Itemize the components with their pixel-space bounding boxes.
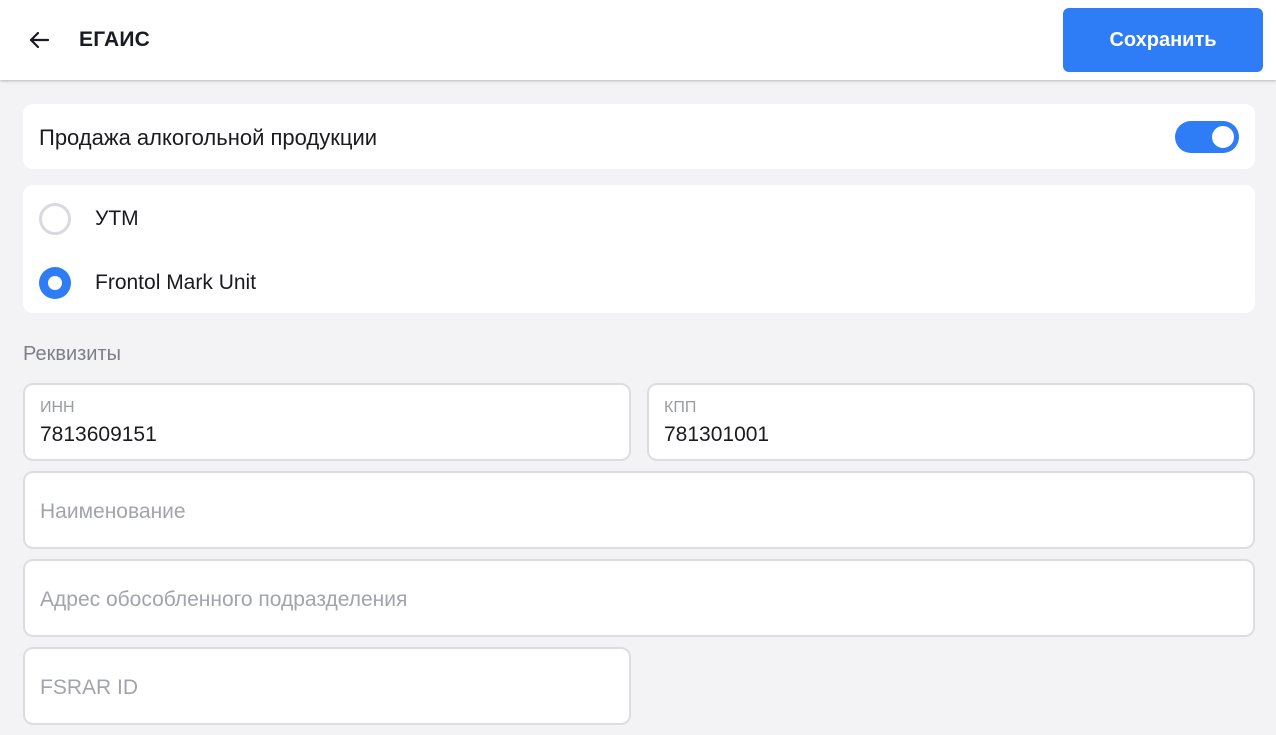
mode-radio-group: УТМ Frontol Mark Unit (23, 185, 1255, 313)
requisites-section-title: Реквизиты (23, 343, 122, 365)
address-field-placeholder: Адрес обособленного подразделения (40, 588, 408, 611)
alcohol-sale-toggle[interactable] (1175, 121, 1239, 153)
arrow-left-icon (29, 31, 50, 49)
kpp-field-label: КПП (664, 399, 697, 416)
radio-button-utm[interactable] (39, 203, 71, 235)
name-field[interactable]: Наименование (23, 471, 1255, 549)
address-field[interactable]: Адрес обособленного подразделения (23, 559, 1255, 637)
save-button[interactable]: Сохранить (1063, 8, 1263, 72)
inn-field-value[interactable]: 7813609151 (40, 423, 157, 447)
alcohol-sale-label: Продажа алкогольной продукции (39, 125, 378, 150)
fsrar-id-field-placeholder: FSRAR ID (40, 676, 139, 699)
radio-label-utm: УТМ (95, 207, 139, 230)
radio-option-frontol-mark-unit[interactable]: Frontol Mark Unit (23, 249, 1255, 313)
radio-label-frontol-mark-unit: Frontol Mark Unit (95, 271, 257, 294)
kpp-field[interactable]: КПП 781301001 (647, 383, 1255, 461)
radio-button-frontol-mark-unit[interactable] (39, 267, 71, 299)
name-field-placeholder: Наименование (40, 500, 186, 523)
fsrar-id-field[interactable]: FSRAR ID (23, 647, 631, 725)
inn-field[interactable]: ИНН 7813609151 (23, 383, 631, 461)
kpp-field-value[interactable]: 781301001 (664, 423, 769, 447)
app-header: ЕГАИС Сохранить (0, 0, 1276, 80)
alcohol-sale-row: Продажа алкогольной продукции (23, 104, 1255, 169)
page-title: ЕГАИС (79, 28, 151, 51)
back-button[interactable] (20, 22, 58, 58)
inn-field-label: ИНН (40, 399, 75, 416)
toggle-knob (1212, 126, 1234, 148)
radio-option-utm[interactable]: УТМ (23, 185, 1255, 249)
